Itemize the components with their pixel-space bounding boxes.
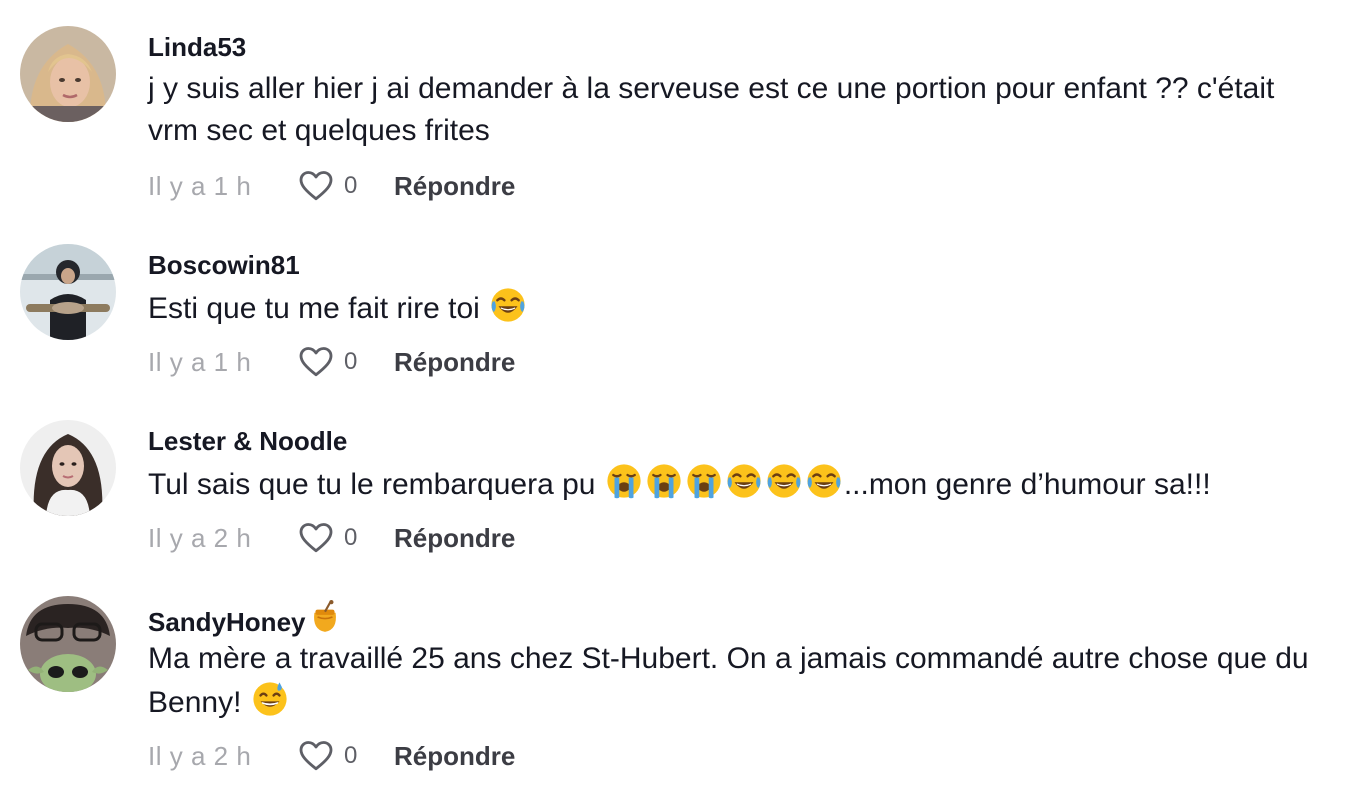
comment-text: Tul sais que tu le rembarquera pu ...mon… — [148, 462, 1328, 506]
comment-username[interactable]: Boscowin81 — [148, 250, 300, 281]
like-count: 0 — [344, 172, 358, 199]
avatar[interactable] — [20, 26, 116, 122]
reply-button[interactable]: Répondre — [394, 171, 515, 202]
comment-meta: Il y a 1 h 0 Répondre — [148, 342, 515, 382]
comment-timestamp: Il y a 2 h — [148, 522, 252, 553]
face-with-tears-of-joy-icon — [489, 286, 527, 324]
grinning-face-with-sweat-icon — [251, 680, 289, 718]
comment-meta: Il y a 1 h 0 Répondre — [148, 166, 515, 206]
heart-outline-icon[interactable] — [298, 738, 334, 774]
face-with-tears-of-joy-icon — [765, 462, 803, 500]
loudly-crying-face-icon — [605, 462, 643, 500]
reply-button[interactable]: Répondre — [394, 523, 515, 554]
like-button[interactable]: 0 — [298, 168, 394, 204]
comment-meta: Il y a 2 h 0 Répondre — [148, 736, 515, 776]
like-count: 0 — [344, 524, 358, 551]
comment-text: Ma mère a travaillé 25 ans chez St-Huber… — [148, 642, 1309, 719]
face-with-tears-of-joy-icon — [725, 462, 763, 500]
comment-timestamp: Il y a 1 h — [148, 170, 252, 201]
face-with-tears-of-joy-icon — [805, 462, 843, 500]
comment-meta: Il y a 2 h 0 Répondre — [148, 518, 515, 558]
heart-outline-icon[interactable] — [298, 168, 334, 204]
honey-pot-icon — [308, 600, 342, 634]
comment-username[interactable]: SandyHoney — [148, 600, 342, 638]
like-button[interactable]: 0 — [298, 344, 394, 380]
avatar[interactable] — [20, 244, 116, 340]
like-button[interactable]: 0 — [298, 520, 394, 556]
like-button[interactable]: 0 — [298, 738, 394, 774]
loudly-crying-face-icon — [685, 462, 723, 500]
like-count: 0 — [344, 348, 358, 375]
comment-timestamp: Il y a 1 h — [148, 346, 252, 377]
avatar[interactable] — [20, 596, 116, 692]
comment-username[interactable]: Lester & Noodle — [148, 426, 347, 457]
reply-button[interactable]: Répondre — [394, 347, 515, 378]
heart-outline-icon[interactable] — [298, 344, 334, 380]
heart-outline-icon[interactable] — [298, 520, 334, 556]
comment-text: j y suis aller hier j ai demander à la s… — [148, 72, 1275, 147]
reply-button[interactable]: Répondre — [394, 741, 515, 772]
comment-username[interactable]: Linda53 — [148, 32, 246, 63]
comment-timestamp: Il y a 2 h — [148, 740, 252, 771]
loudly-crying-face-icon — [645, 462, 683, 500]
avatar[interactable] — [20, 420, 116, 516]
like-count: 0 — [344, 742, 358, 769]
comment-text: Esti que tu me fait rire toi — [148, 286, 1328, 330]
